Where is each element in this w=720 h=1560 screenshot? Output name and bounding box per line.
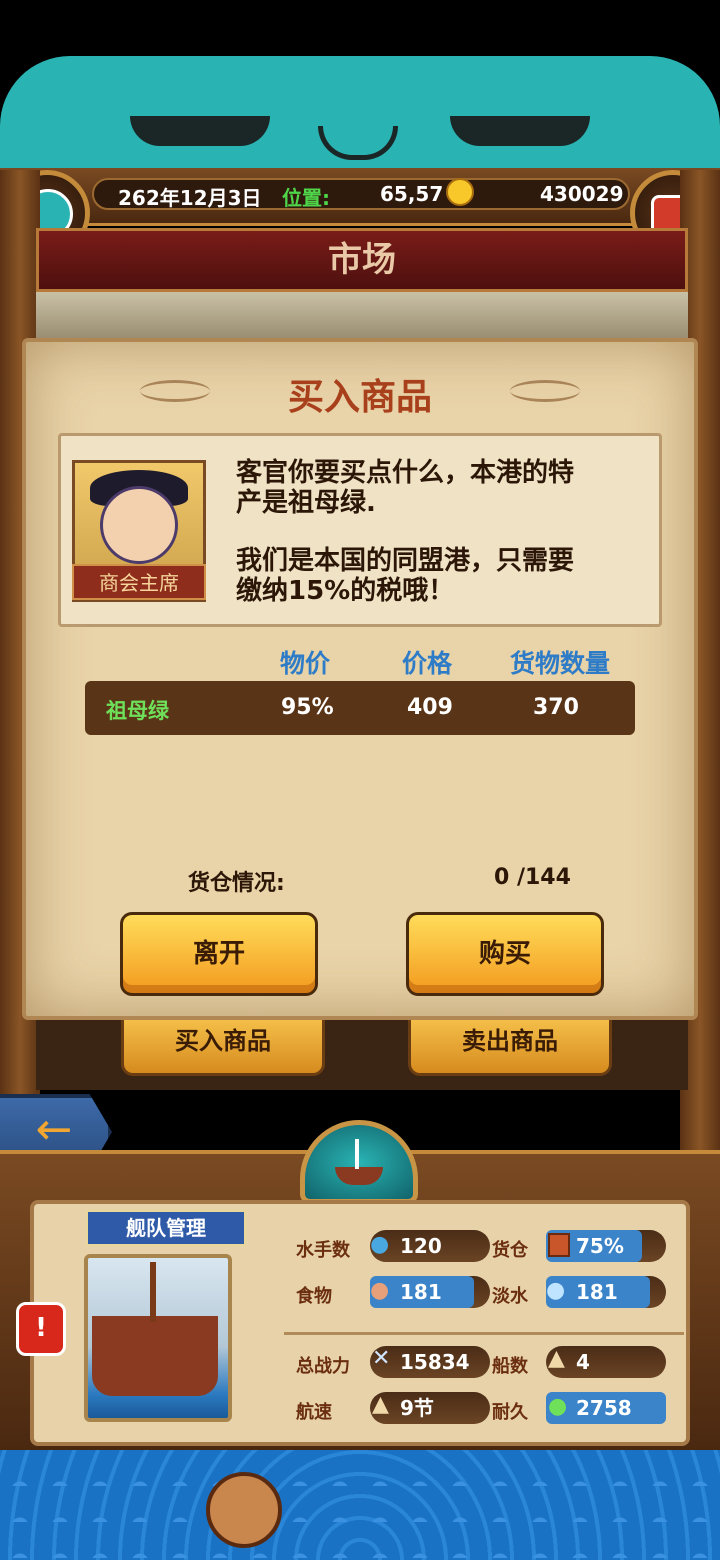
dialog-title: 买入商品: [287, 377, 432, 418]
tab-buy-goods[interactable]: 买入商品: [121, 1018, 325, 1076]
cargo-label: 货仓: [492, 1240, 528, 1261]
dialog-line-1b: 产是祖母绿.: [236, 488, 376, 518]
speed-icon: ▲: [372, 1392, 389, 1417]
goods-price: 409: [407, 695, 453, 720]
speed-label: 航速: [296, 1402, 332, 1423]
coin-icon: [446, 178, 474, 206]
leave-button[interactable]: 离开: [120, 912, 318, 996]
goods-quantity: 370: [533, 695, 579, 720]
header-price-index: 物价: [280, 649, 331, 678]
cat-eye-right: [450, 116, 590, 146]
sail-icon: ▲: [548, 1346, 565, 1371]
buy-button[interactable]: 购买: [406, 912, 604, 996]
npc-name-tag: 商会主席: [72, 564, 206, 600]
crate-icon: [548, 1233, 570, 1257]
ships-label: 船数: [492, 1356, 528, 1377]
ship-hull: [92, 1316, 218, 1396]
sailor-icon: ●: [370, 1232, 390, 1257]
dialog-line-1a: 客官你要买点什么，本港的特: [236, 458, 575, 488]
boat-icon[interactable]: [300, 1120, 418, 1204]
market-header: 市场: [36, 228, 688, 292]
header-quantity: 货物数量: [510, 649, 611, 678]
gold-amount: 430029: [540, 182, 624, 206]
status-bar: [0, 0, 720, 56]
meat-icon: ●: [370, 1278, 390, 1303]
market-title: 市场: [328, 240, 396, 280]
water-jug-icon: ●: [546, 1278, 566, 1303]
npc-face: [100, 486, 178, 564]
goods-price-index: 95%: [281, 695, 334, 720]
dialog-line-2a: 我们是本国的同盟港，只需要: [236, 546, 575, 576]
hold-value: 0 /144: [494, 865, 571, 890]
durability-icon: ●: [548, 1394, 568, 1419]
header-price: 价格: [402, 649, 453, 678]
fleet-title[interactable]: 舰队管理: [86, 1210, 246, 1246]
date-text: 262年12月3日: [118, 186, 262, 210]
alert-badge[interactable]: !: [16, 1302, 66, 1356]
sea-waves: [0, 1450, 720, 1560]
pirate-character: [206, 1472, 282, 1548]
tab-sell-goods[interactable]: 卖出商品: [408, 1018, 612, 1076]
ship-mast: [150, 1262, 156, 1322]
stats-divider: [284, 1332, 684, 1335]
sailors-label: 水手数: [296, 1240, 350, 1261]
hold-label: 货仓情况:: [188, 871, 285, 896]
water-label: 淡水: [492, 1286, 528, 1307]
position-value: 65,57: [380, 182, 444, 206]
goods-name: 祖母绿: [106, 699, 169, 723]
power-label: 总战力: [296, 1356, 350, 1377]
cat-eye-left: [130, 116, 270, 146]
crossed-swords-icon: ✕: [372, 1346, 391, 1371]
food-label: 食物: [296, 1286, 332, 1307]
durability-label: 耐久: [492, 1402, 528, 1423]
dialog-line-2b: 缴纳15%的税哦！: [236, 576, 455, 606]
position-label: 位置:: [282, 186, 330, 210]
